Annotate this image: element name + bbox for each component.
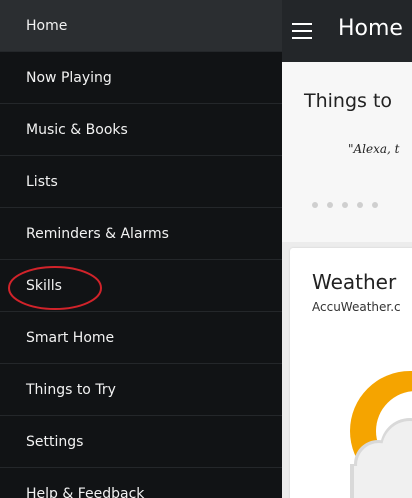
sidebar-item-label: Things to Try	[26, 381, 116, 398]
sidebar-item-help-feedback[interactable]: Help & Feedback	[0, 468, 282, 498]
sidebar-item-reminders-alarms[interactable]: Reminders & Alarms	[0, 208, 282, 260]
sidebar-item-things-to-try[interactable]: Things to Try	[0, 364, 282, 416]
sidebar-menu: Home Now Playing Music & Books Lists Rem…	[0, 0, 282, 498]
sidebar-item-label: Home	[26, 17, 68, 34]
top-app-bar: Home	[282, 0, 412, 62]
hamburger-menu-icon[interactable]	[292, 23, 312, 39]
carousel-dots	[312, 202, 378, 208]
things-to-try-title: Things to	[304, 90, 393, 112]
sidebar-item-label: Smart Home	[26, 329, 115, 346]
sidebar-item-lists[interactable]: Lists	[0, 156, 282, 208]
sidebar-item-label: Now Playing	[26, 69, 112, 86]
sidebar-item-music-books[interactable]: Music & Books	[0, 104, 282, 156]
things-to-try-card[interactable]: Things to "Alexa, t	[282, 62, 412, 242]
weather-title: Weather	[312, 270, 397, 294]
weather-source: AccuWeather.c	[312, 300, 401, 314]
sidebar-item-smart-home[interactable]: Smart Home	[0, 312, 282, 364]
carousel-dot[interactable]	[312, 202, 318, 208]
sidebar-item-now-playing[interactable]: Now Playing	[0, 52, 282, 104]
sun-behind-cloud-icon	[350, 371, 412, 498]
sidebar-item-settings[interactable]: Settings	[0, 416, 282, 468]
things-to-try-quote: "Alexa, t	[348, 142, 400, 156]
sidebar-item-label: Lists	[26, 173, 58, 190]
carousel-dot[interactable]	[327, 202, 333, 208]
carousel-dot[interactable]	[357, 202, 363, 208]
carousel-dot[interactable]	[372, 202, 378, 208]
skills-highlight-circle	[8, 266, 102, 310]
page-title: Home	[338, 16, 403, 41]
sidebar-item-label: Help & Feedback	[26, 486, 145, 498]
weather-card[interactable]: Weather AccuWeather.c	[290, 248, 412, 498]
sidebar-item-home[interactable]: Home	[0, 0, 282, 52]
sidebar-item-label: Settings	[26, 433, 84, 450]
home-content-panel: Home Things to "Alexa, t Weather AccuWea…	[282, 0, 412, 498]
carousel-dot[interactable]	[342, 202, 348, 208]
sidebar-item-label: Music & Books	[26, 121, 128, 138]
sidebar-item-label: Reminders & Alarms	[26, 225, 169, 242]
